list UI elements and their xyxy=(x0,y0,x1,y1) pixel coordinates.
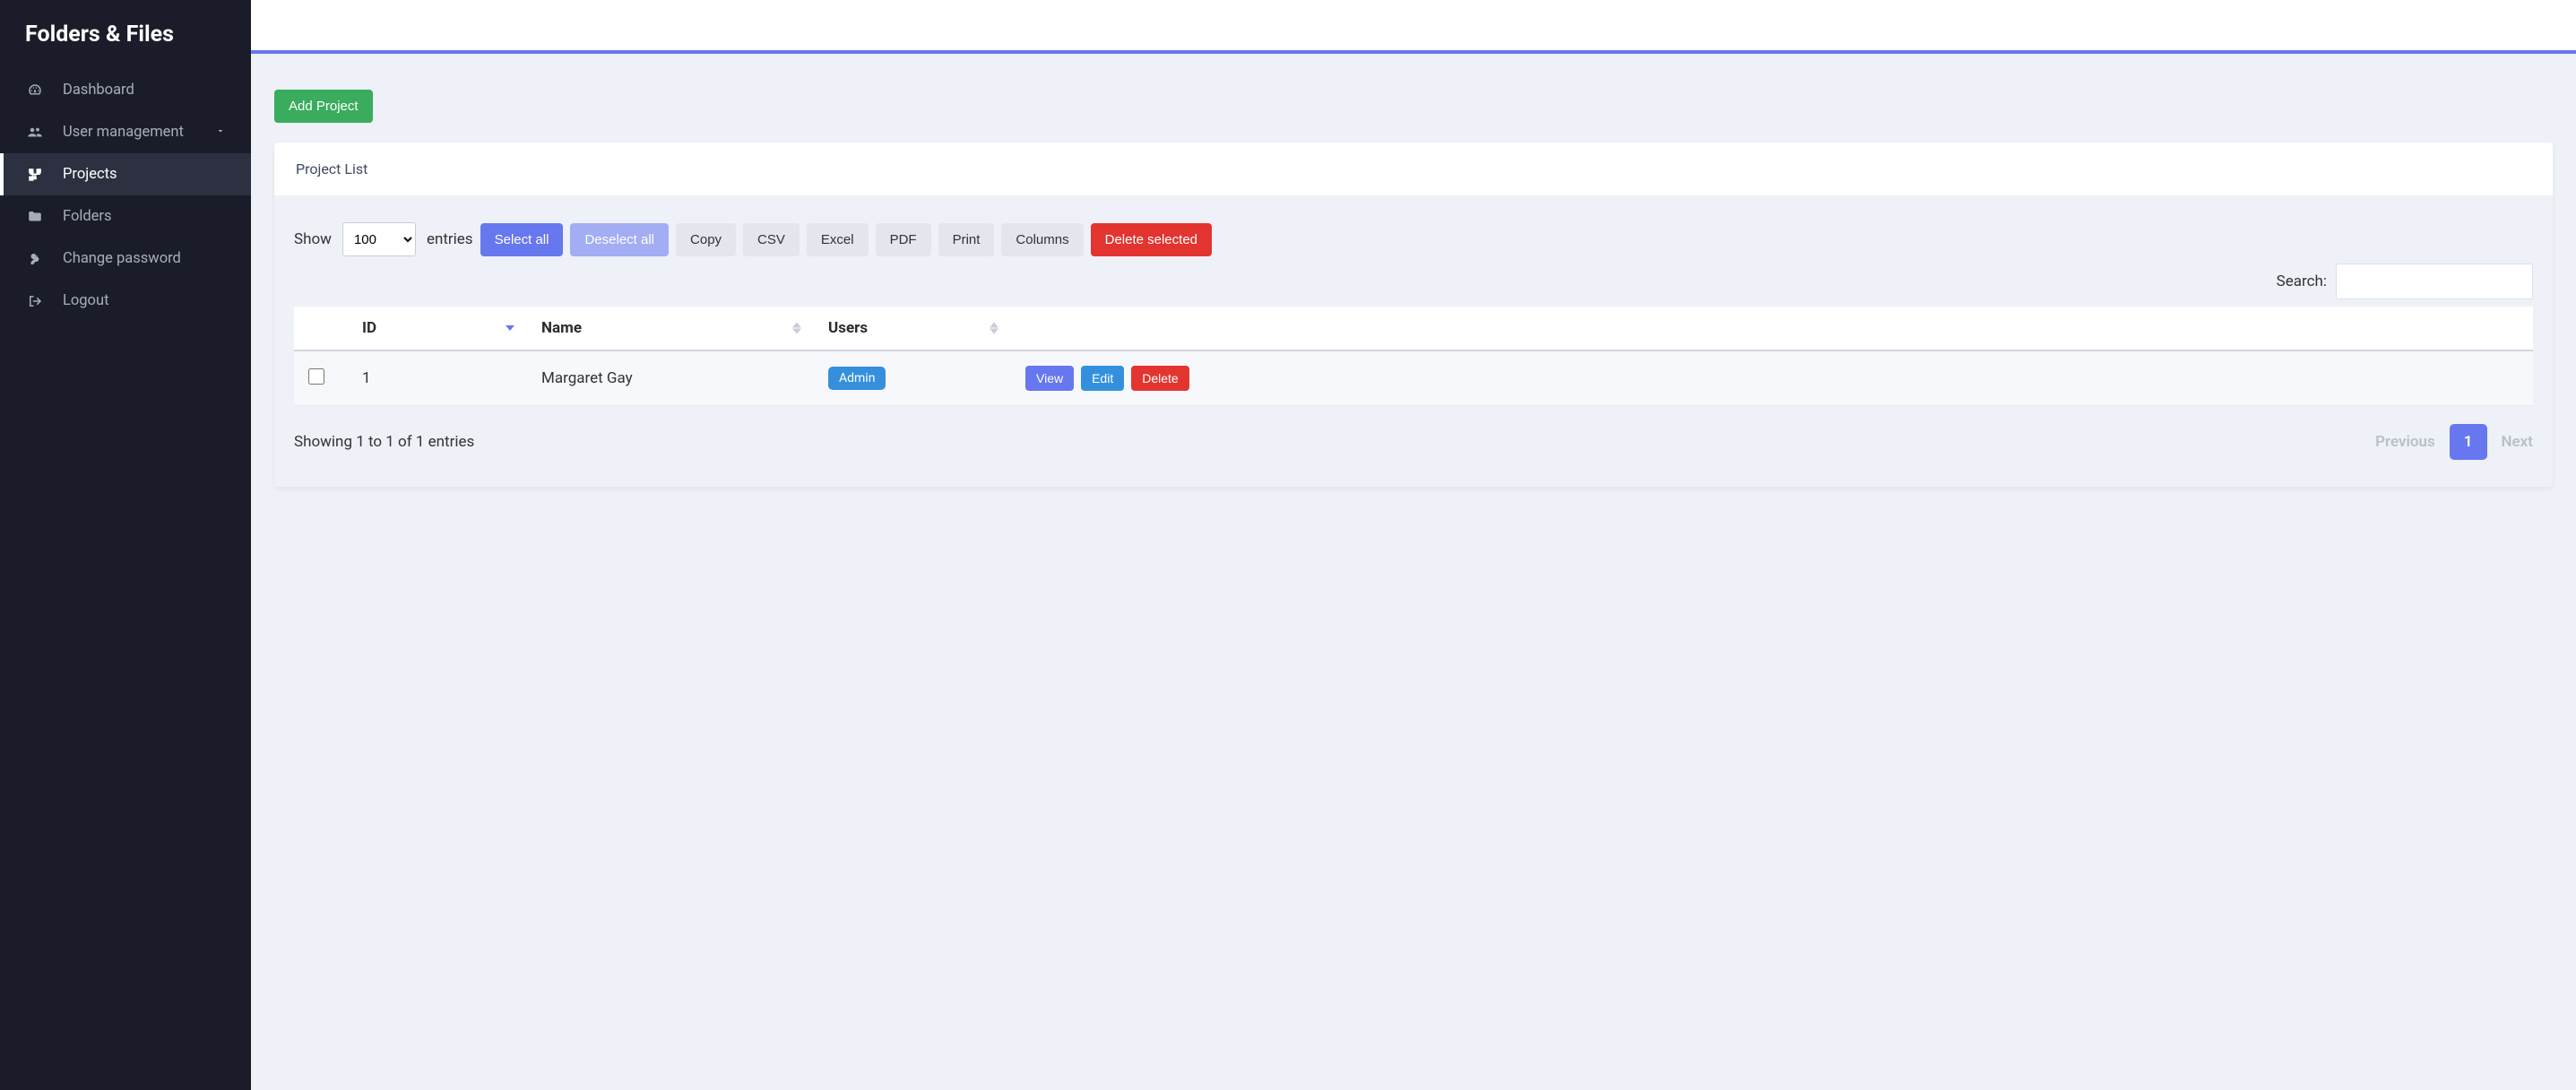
brand: Folders & Files xyxy=(0,0,251,69)
next-page[interactable]: Next xyxy=(2502,433,2534,451)
page-number-current[interactable]: 1 xyxy=(2450,424,2487,460)
excel-button[interactable]: Excel xyxy=(807,223,869,256)
table-controls: Show 10 25 50 100 entries Select all Des… xyxy=(294,222,2533,256)
brand-title: Folders & Files xyxy=(25,22,233,48)
column-users-label: Users xyxy=(828,319,868,337)
sidebar-item-label: Folders xyxy=(63,208,112,225)
user-badge: Admin xyxy=(828,367,886,390)
pdf-button[interactable]: PDF xyxy=(876,223,931,256)
view-button[interactable]: View xyxy=(1025,366,1074,391)
main: Add Project Project List Show 10 25 50 1… xyxy=(251,0,2576,1090)
table-row: 1 Margaret Gay Admin View Edit Delet xyxy=(294,350,2533,406)
copy-button[interactable]: Copy xyxy=(676,223,736,256)
dashboard-icon xyxy=(25,82,45,99)
project-icon xyxy=(25,167,45,183)
print-button[interactable]: Print xyxy=(938,223,995,256)
sidebar-item-folders[interactable]: Folders xyxy=(0,195,251,238)
add-project-button[interactable]: Add Project xyxy=(274,90,373,123)
previous-page[interactable]: Previous xyxy=(2375,433,2435,451)
sidebar-item-change-password[interactable]: Change password xyxy=(0,238,251,280)
key-icon xyxy=(25,251,45,267)
sidebar-item-dashboard[interactable]: Dashboard xyxy=(0,69,251,111)
select-all-button[interactable]: Select all xyxy=(480,223,564,256)
column-name[interactable]: Name xyxy=(527,307,814,350)
table-info: Showing 1 to 1 of 1 entries xyxy=(294,433,474,451)
table-footer: Showing 1 to 1 of 1 entries Previous 1 N… xyxy=(294,424,2533,460)
edit-button[interactable]: Edit xyxy=(1081,366,1124,391)
sidebar-nav: Dashboard User management Projects xyxy=(0,69,251,322)
card-body: Show 10 25 50 100 entries Select all Des… xyxy=(274,195,2553,487)
columns-button[interactable]: Columns xyxy=(1001,223,1083,256)
folder-icon xyxy=(25,209,45,225)
row-checkbox[interactable] xyxy=(308,368,324,385)
length-select[interactable]: 10 25 50 100 xyxy=(342,222,416,256)
project-table: ID Name xyxy=(294,307,2533,406)
sidebar-item-label: Logout xyxy=(63,292,108,309)
cell-name: Margaret Gay xyxy=(527,350,814,406)
cell-actions: View Edit Delete xyxy=(1011,350,2533,406)
chevron-down-icon xyxy=(215,124,226,141)
deselect-all-button[interactable]: Deselect all xyxy=(570,223,669,256)
delete-button[interactable]: Delete xyxy=(1131,366,1189,391)
pagination: Previous 1 Next xyxy=(2375,424,2533,460)
users-icon xyxy=(25,125,45,141)
sidebar-item-projects[interactable]: Projects xyxy=(0,153,251,195)
search-input[interactable] xyxy=(2336,264,2533,299)
sidebar-item-label: Change password xyxy=(63,250,181,267)
search-label: Search: xyxy=(2277,272,2327,290)
sort-icon xyxy=(506,325,514,331)
csv-button[interactable]: CSV xyxy=(743,223,800,256)
sidebar-item-label: User management xyxy=(63,124,184,141)
sidebar-item-label: Dashboard xyxy=(63,82,134,99)
column-id-label: ID xyxy=(362,319,376,337)
column-users[interactable]: Users xyxy=(814,307,1011,350)
logout-icon xyxy=(25,293,45,309)
column-checkbox[interactable] xyxy=(294,307,348,350)
sidebar: Folders & Files Dashboard User managemen… xyxy=(0,0,251,1090)
cell-id: 1 xyxy=(348,350,527,406)
sidebar-item-label: Projects xyxy=(63,166,117,183)
sort-icon xyxy=(990,323,998,334)
column-id[interactable]: ID xyxy=(348,307,527,350)
sidebar-item-logout[interactable]: Logout xyxy=(0,280,251,322)
sort-icon xyxy=(792,323,801,334)
card-title: Project List xyxy=(274,143,2553,195)
delete-selected-button[interactable]: Delete selected xyxy=(1091,223,1212,256)
sidebar-item-user-management[interactable]: User management xyxy=(0,111,251,153)
content: Add Project Project List Show 10 25 50 1… xyxy=(251,54,2576,510)
search-row: Search: xyxy=(294,264,2533,299)
table-header-row: ID Name xyxy=(294,307,2533,350)
entries-label: entries xyxy=(427,230,473,248)
cell-users: Admin xyxy=(814,350,1011,406)
column-actions xyxy=(1011,307,2533,350)
topbar xyxy=(251,0,2576,50)
column-name-label: Name xyxy=(541,319,582,337)
project-list-card: Project List Show 10 25 50 100 entries S… xyxy=(274,143,2553,487)
show-label: Show xyxy=(294,230,332,248)
